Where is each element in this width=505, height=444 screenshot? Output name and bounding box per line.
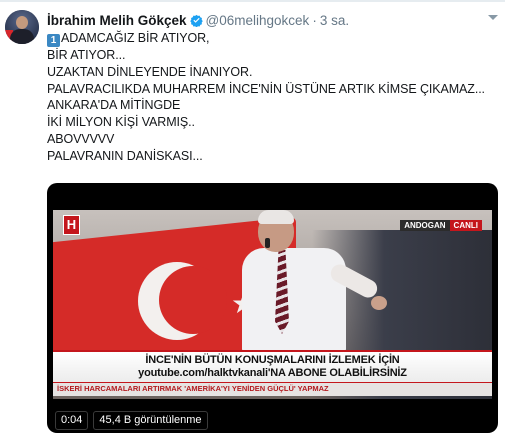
broadcast-source: ANDOGAN: [400, 220, 450, 231]
author-handle[interactable]: @06melihgokcek: [206, 13, 310, 28]
tweet-line: İKİ MİLYON KİŞİ VARMIŞ..: [47, 115, 195, 130]
tweet-line: UZAKTAN DİNLEYENDE İNANIYOR.: [47, 64, 253, 79]
avatar[interactable]: [5, 10, 39, 44]
live-label: CANLI: [449, 220, 482, 231]
tweet-line: PALAVRACILIKDA MUHARREM İNCE'NİN ÜSTÜNE …: [47, 81, 485, 96]
separator-dot: ·: [312, 12, 317, 28]
banner-line-2: youtube.com/halktvkanali'NA ABONE OLABİL…: [138, 367, 407, 379]
view-count: 45,4 B görüntülenme: [93, 411, 208, 430]
news-ticker: İSKERİ HARCAMALARI ARTIRMAK 'AMERİKA'YI …: [53, 382, 492, 396]
author-name[interactable]: İbrahim Melih Gökçek: [47, 13, 187, 28]
tweet-text: 1 ADAMCAĞIZ BİR ATIYOR, BİR ATIYOR... UZA…: [47, 30, 497, 165]
speaker-figure: [242, 248, 346, 353]
tweet-line: 1 ADAMCAĞIZ BİR ATIYOR,: [47, 30, 497, 47]
verified-badge-icon: [189, 14, 203, 27]
banner-line-1: İNCE'NİN BÜTÜN KONUŞMALARINI İZLEMEK İÇİ…: [145, 354, 400, 366]
divider: [0, 0, 505, 2]
tweet-line: BİR ATIYOR...: [47, 48, 126, 62]
video-player[interactable]: ★ H ANDOGAN CANLI İNCE'NİN BÜTÜN KONUŞMA…: [47, 183, 498, 433]
tweet-timestamp[interactable]: 3 sa.: [320, 13, 349, 28]
tweet[interactable]: İbrahim Melih Gökçek @06melihgokcek · 3 …: [0, 0, 505, 444]
chevron-down-icon[interactable]: [488, 15, 498, 20]
microphone-icon: [265, 238, 270, 248]
video-frame[interactable]: ★ H ANDOGAN CANLI İNCE'NİN BÜTÜN KONUŞMA…: [53, 210, 492, 399]
channel-logo: H: [63, 215, 80, 235]
video-overlay: 0:04 45,4 B görüntülenme: [55, 411, 208, 430]
video-timestamp: 0:04: [55, 411, 89, 430]
tweet-line: PALAVRANIN DANİSKASI...: [47, 148, 203, 163]
live-badge: ANDOGAN CANLI: [400, 220, 482, 231]
keycap-one-icon: 1: [47, 34, 60, 47]
ticker-text: İSKERİ HARCAMALARI ARTIRMAK 'AMERİKA'YI …: [57, 384, 329, 393]
tweet-line: ABOVVVVV: [47, 131, 115, 146]
tweet-header: İbrahim Melih Gökçek @06melihgokcek · 3 …: [47, 11, 349, 29]
lower-third-banner: İNCE'NİN BÜTÜN KONUŞMALARINI İZLEMEK İÇİ…: [53, 350, 492, 382]
tweet-line: ANKARA'DA MİTİNGDE: [47, 98, 181, 113]
